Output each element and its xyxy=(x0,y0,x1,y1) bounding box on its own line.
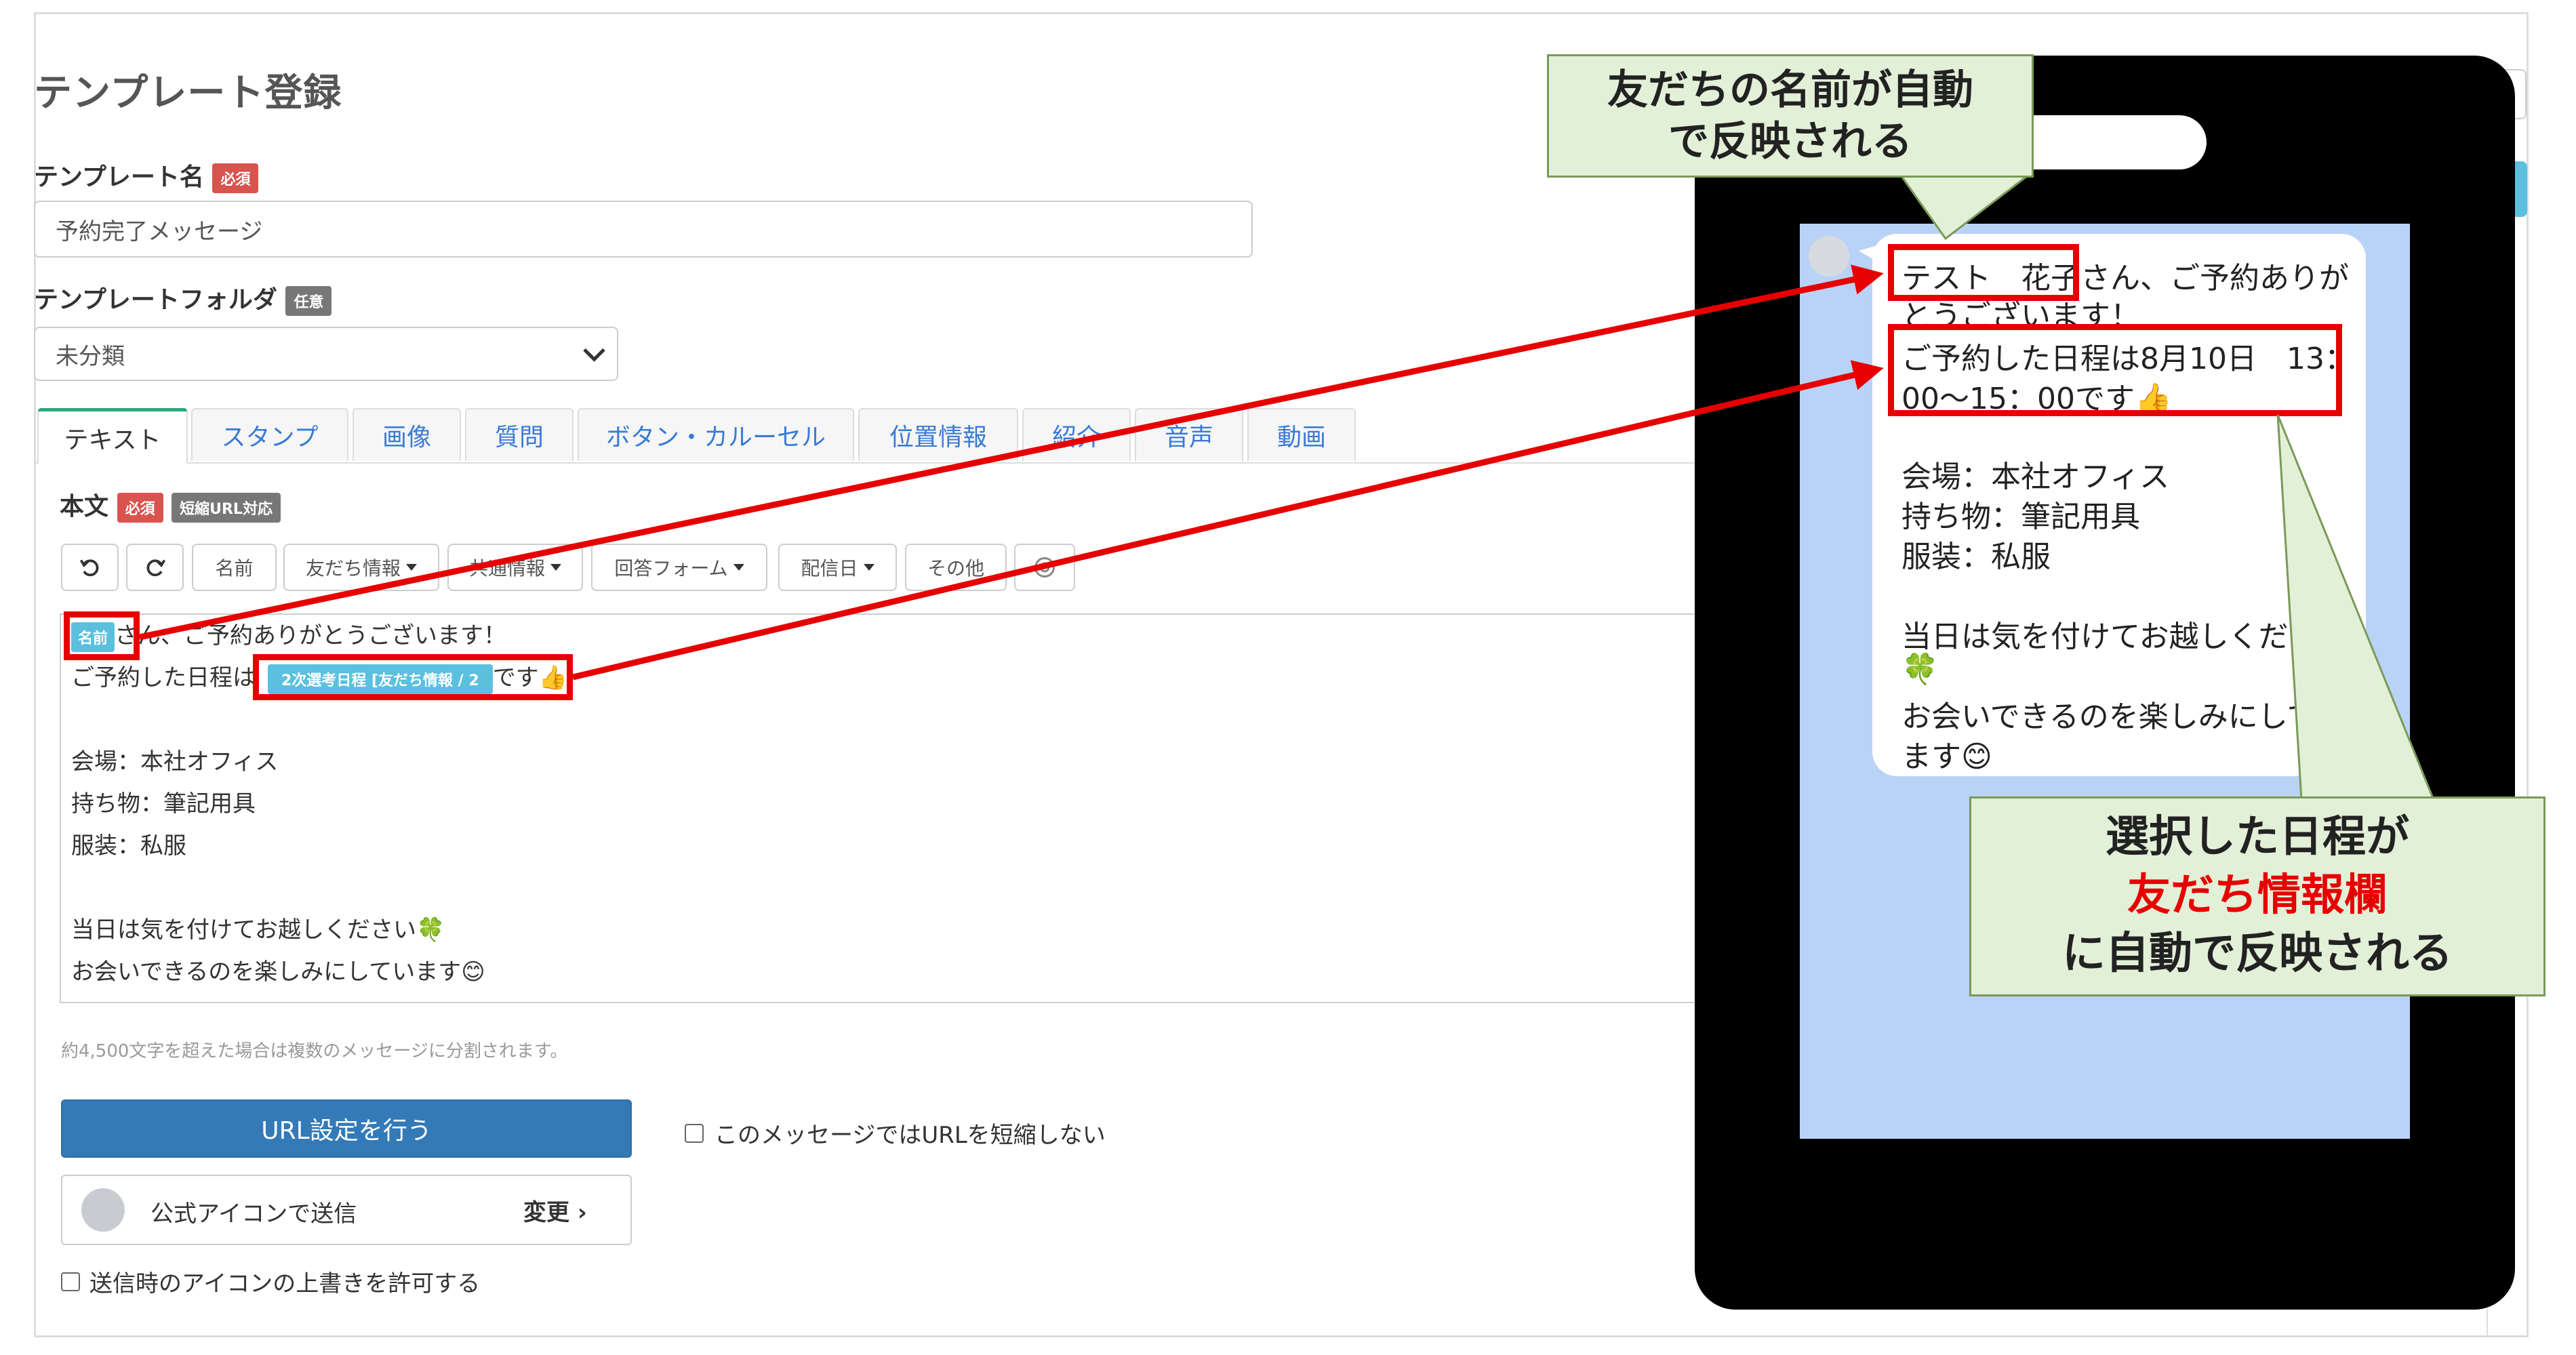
date-callout-line-2: 友だち情報欄 xyxy=(2127,870,2388,921)
name-callout-line-1: 友だちの名前が自動 xyxy=(1607,66,1973,114)
date-callout-line-1: 選択した日程が xyxy=(2106,812,2409,862)
annotation-arrows xyxy=(139,175,2436,801)
date-arrow xyxy=(571,360,1884,681)
name-callout: 友だちの名前が自動 で反映される xyxy=(1547,54,2034,178)
bottom-callout-pointer xyxy=(2276,414,2436,801)
top-callout-pointer xyxy=(1899,175,2030,241)
name-arrow xyxy=(139,264,1884,641)
date-callout: 選択した日程が 友だち情報欄 に自動で反映される xyxy=(1969,796,2545,996)
name-callout-line-2: で反映される xyxy=(1668,118,1912,165)
date-callout-line-3: に自動で反映される xyxy=(2062,929,2453,979)
